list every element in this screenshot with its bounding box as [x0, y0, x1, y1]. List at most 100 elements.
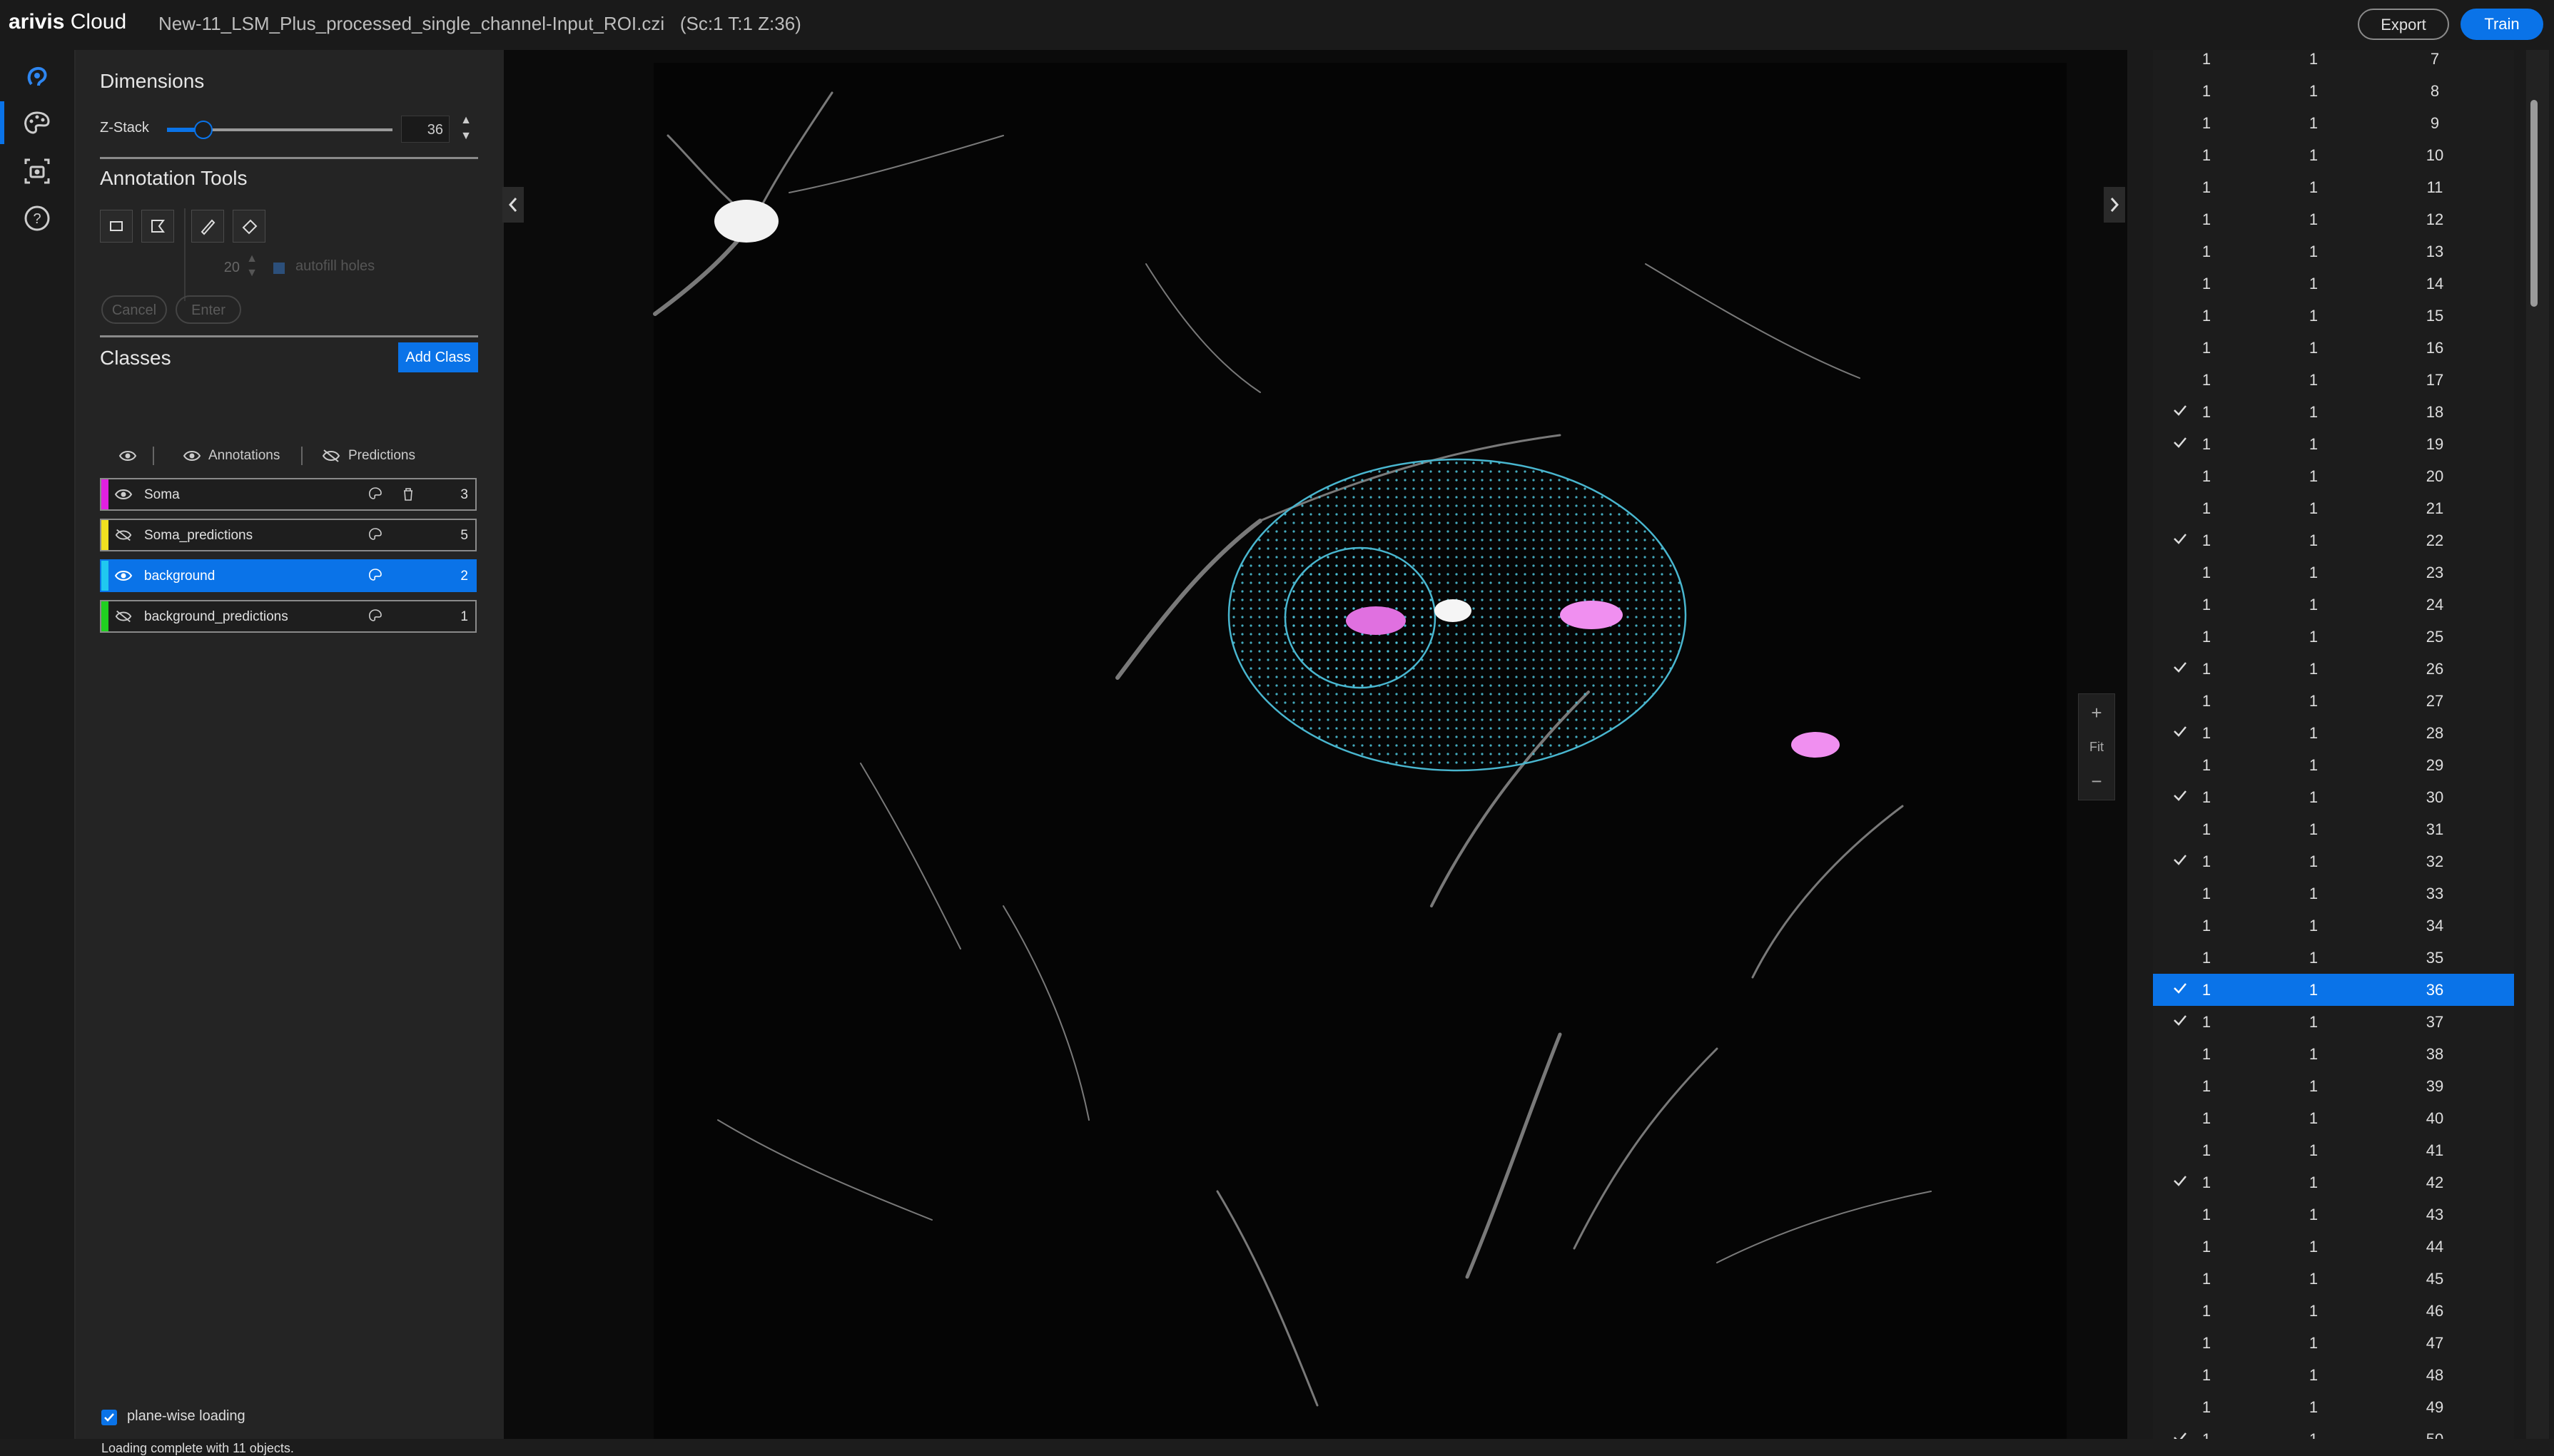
- table-row[interactable]: 1 1 27: [2153, 685, 2514, 718]
- cell-z: 25: [2426, 628, 2444, 646]
- class-row-background-predictions[interactable]: background_predictions 1: [100, 600, 477, 633]
- zstack-decrement-icon[interactable]: ▼: [455, 130, 477, 143]
- table-row[interactable]: 1 1 25: [2153, 621, 2514, 654]
- table-row[interactable]: 1 1 8: [2153, 75, 2514, 108]
- table-row[interactable]: 1 1 35: [2153, 942, 2514, 975]
- table-row[interactable]: 1 1 7: [2153, 50, 2514, 76]
- table-row[interactable]: 1 1 34: [2153, 910, 2514, 943]
- table-row[interactable]: 1 1 37: [2153, 1006, 2514, 1039]
- predictions-eye-off-icon[interactable]: [321, 448, 341, 464]
- table-row[interactable]: 1 1 38: [2153, 1038, 2514, 1071]
- autofill-checkbox[interactable]: [273, 263, 285, 274]
- table-row[interactable]: 1 1 17: [2153, 364, 2514, 397]
- brush-size-input[interactable]: 20: [190, 255, 240, 280]
- zstack-increment-icon[interactable]: ▲: [455, 114, 477, 127]
- cell-time: 1: [2309, 467, 2319, 485]
- zstack-value-input[interactable]: 36: [401, 116, 450, 143]
- table-row[interactable]: 1 1 29: [2153, 749, 2514, 783]
- eye-icon[interactable]: [114, 487, 133, 502]
- table-row[interactable]: 1 1 18: [2153, 396, 2514, 429]
- table-row[interactable]: 1 1 11: [2153, 171, 2514, 205]
- table-scrollbar-thumb[interactable]: [2530, 100, 2538, 307]
- table-row[interactable]: 1 1 19: [2153, 428, 2514, 462]
- header-divider: [153, 447, 154, 465]
- zoom-in-button[interactable]: +: [2079, 696, 2114, 730]
- eraser-tool-button[interactable]: [233, 210, 265, 243]
- table-row[interactable]: 1 1 39: [2153, 1070, 2514, 1104]
- predictions-toggle-label[interactable]: Predictions: [348, 448, 415, 464]
- zoom-out-button[interactable]: −: [2079, 764, 2114, 798]
- table-row[interactable]: 1 1 24: [2153, 589, 2514, 622]
- table-row[interactable]: 1 1 48: [2153, 1359, 2514, 1393]
- table-row[interactable]: 1 1 13: [2153, 235, 2514, 269]
- table-row[interactable]: 1 1 20: [2153, 460, 2514, 494]
- table-row[interactable]: 1 1 15: [2153, 300, 2514, 333]
- table-row[interactable]: 1 1 36: [2153, 974, 2514, 1007]
- zoom-fit-button[interactable]: Fit: [2079, 730, 2114, 764]
- brush-increment-icon[interactable]: ▲: [241, 253, 263, 265]
- cancel-button[interactable]: Cancel: [101, 295, 167, 324]
- table-row[interactable]: 1 1 23: [2153, 556, 2514, 590]
- eye-off-icon[interactable]: [114, 527, 133, 543]
- export-button[interactable]: Export: [2358, 9, 2449, 40]
- table-row[interactable]: 1 1 47: [2153, 1327, 2514, 1360]
- brush-decrement-icon[interactable]: ▼: [241, 267, 263, 280]
- classes-header: Annotations Predictions: [118, 447, 490, 471]
- table-row[interactable]: 1 1 41: [2153, 1134, 2514, 1168]
- collapse-right-button[interactable]: [2104, 187, 2125, 223]
- zstack-slider-thumb[interactable]: [194, 121, 213, 139]
- brush-tool-button[interactable]: [191, 210, 224, 243]
- plane-wise-checkbox[interactable]: [101, 1410, 117, 1425]
- cell-time: 1: [2309, 1302, 2319, 1320]
- palette-icon[interactable]: [367, 567, 384, 584]
- annotations-eye-icon[interactable]: [183, 448, 201, 464]
- palette-icon[interactable]: [367, 526, 384, 544]
- snapshot-icon[interactable]: [20, 154, 54, 188]
- table-row[interactable]: 1 1 32: [2153, 845, 2514, 879]
- table-row[interactable]: 1 1 14: [2153, 268, 2514, 301]
- table-row[interactable]: 1 1 26: [2153, 653, 2514, 686]
- table-scrollbar[interactable]: [2526, 50, 2549, 1439]
- class-row-background[interactable]: background 2: [100, 559, 477, 592]
- table-row[interactable]: 1 1 16: [2153, 332, 2514, 365]
- polygon-tool-button[interactable]: [141, 210, 174, 243]
- microscopy-image[interactable]: [504, 50, 2127, 1439]
- class-row-soma-predictions[interactable]: Soma_predictions 5: [100, 519, 477, 551]
- eye-icon[interactable]: [118, 448, 137, 464]
- eye-icon[interactable]: [114, 568, 133, 584]
- add-class-button[interactable]: Add Class: [398, 342, 478, 372]
- annotations-toggle-label[interactable]: Annotations: [208, 448, 280, 464]
- check-icon: [2174, 1432, 2186, 1439]
- palette-icon[interactable]: [367, 608, 384, 625]
- table-row[interactable]: 1 1 43: [2153, 1198, 2514, 1232]
- collapse-left-button[interactable]: [502, 187, 524, 223]
- table-row[interactable]: 1 1 42: [2153, 1166, 2514, 1200]
- train-button[interactable]: Train: [2461, 9, 2543, 40]
- table-row[interactable]: 1 1 9: [2153, 107, 2514, 141]
- rectangle-tool-button[interactable]: [100, 210, 133, 243]
- trash-icon[interactable]: [400, 486, 417, 503]
- annotate-icon[interactable]: [20, 60, 54, 94]
- table-row[interactable]: 1 1 44: [2153, 1231, 2514, 1264]
- enter-button[interactable]: Enter: [176, 295, 241, 324]
- palette-icon[interactable]: [367, 486, 384, 503]
- image-viewer[interactable]: [504, 50, 2127, 1439]
- table-row[interactable]: 1 1 21: [2153, 492, 2514, 526]
- class-row-soma[interactable]: Soma 3: [100, 478, 477, 511]
- table-row[interactable]: 1 1 30: [2153, 781, 2514, 815]
- table-row[interactable]: 1 1 45: [2153, 1263, 2514, 1296]
- check-icon: [2174, 1015, 2186, 1026]
- table-row[interactable]: 1 1 22: [2153, 524, 2514, 558]
- table-row[interactable]: 1 1 28: [2153, 717, 2514, 750]
- table-row[interactable]: 1 1 40: [2153, 1102, 2514, 1136]
- help-icon[interactable]: ?: [20, 201, 54, 235]
- palette-icon[interactable]: [20, 107, 54, 141]
- table-row[interactable]: 1 1 12: [2153, 203, 2514, 237]
- table-row[interactable]: 1 1 33: [2153, 877, 2514, 911]
- table-row[interactable]: 1 1 49: [2153, 1391, 2514, 1425]
- table-row[interactable]: 1 1 46: [2153, 1295, 2514, 1328]
- table-row[interactable]: 1 1 31: [2153, 813, 2514, 847]
- table-row[interactable]: 1 1 10: [2153, 139, 2514, 173]
- eye-off-icon[interactable]: [114, 609, 133, 624]
- table-row[interactable]: 1 1 50: [2153, 1423, 2514, 1439]
